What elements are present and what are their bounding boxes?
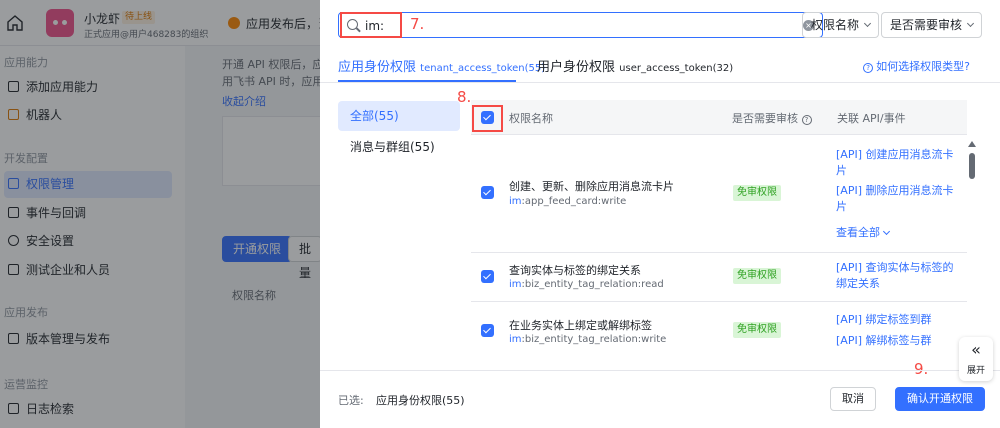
permission-key-rest: :app_feed_card:write bbox=[521, 196, 627, 207]
annotation-step-8: 8. bbox=[457, 88, 472, 106]
header-related-api: 关联 API/事件 bbox=[837, 112, 906, 125]
confirm-enable-button[interactable]: 确认开通权限 bbox=[895, 387, 985, 411]
permission-table: 权限名称 是否需要审核 ? 关联 API/事件 创建、更新、删除应用消息流卡片 … bbox=[471, 100, 967, 360]
filter-review-label: 是否需要审核 bbox=[890, 18, 963, 32]
permission-key-prefix: im bbox=[509, 279, 522, 290]
help-icon: ? bbox=[863, 63, 874, 73]
permission-key-rest: :biz_entity_tag_relation:write bbox=[521, 334, 667, 345]
tab-label: 用户身份权限 bbox=[537, 60, 616, 75]
permission-name: 创建、更新、删除应用消息流卡片 bbox=[509, 180, 674, 193]
table-row: 查询实体与标签的绑定关系 im:biz_entity_tag_relation:… bbox=[471, 253, 967, 302]
permission-drawer: × 权限名称 是否需要审核 7. 应用身份权限 tenant_access_to… bbox=[320, 0, 1000, 428]
view-all-label: 查看全部 bbox=[836, 226, 880, 239]
tab-sublabel: user_access_token(32) bbox=[619, 63, 734, 74]
permission-tabs: 应用身份权限 tenant_access_token(55) 用户身份权限 us… bbox=[320, 47, 1000, 83]
filter-name-label: 权限名称 bbox=[811, 18, 860, 32]
header-review-required: 是否需要审核 ? bbox=[732, 110, 815, 126]
double-chevron-left-icon: « bbox=[971, 340, 981, 359]
api-link[interactable]: [API] 查询实体与标签的绑定关系 bbox=[836, 260, 958, 292]
active-tab-indicator bbox=[338, 80, 516, 82]
search-input[interactable] bbox=[365, 17, 785, 34]
selected-value: 应用身份权限(55) bbox=[376, 394, 465, 407]
permission-key: im:biz_entity_tag_relation:write bbox=[509, 334, 666, 345]
api-link[interactable]: [API] 绑定标签到群 bbox=[836, 312, 958, 328]
tab-label: 应用身份权限 bbox=[338, 60, 417, 75]
header-review-label: 是否需要审核 bbox=[732, 112, 798, 125]
tab-tenant-permissions[interactable]: 应用身份权限 tenant_access_token(55) bbox=[338, 56, 545, 75]
permission-name: 查询实体与标签的绑定关系 bbox=[509, 264, 641, 277]
table-row: 创建、更新、删除应用消息流卡片 im:app_feed_card:write 免… bbox=[471, 136, 967, 253]
review-free-tag: 免审权限 bbox=[733, 322, 781, 338]
filter-name-dropdown[interactable]: 权限名称 bbox=[802, 12, 880, 38]
permission-type-help-link[interactable]: ? 如何选择权限类型? bbox=[863, 58, 970, 74]
help-icon[interactable]: ? bbox=[801, 115, 812, 125]
permission-key: im:biz_entity_tag_relation:read bbox=[509, 279, 664, 290]
expand-label: 展开 bbox=[966, 366, 985, 376]
chevron-down-icon bbox=[966, 19, 975, 28]
permission-name: 在业务实体上绑定或解绑标签 bbox=[509, 319, 652, 332]
permission-key-prefix: im bbox=[509, 196, 522, 207]
scroll-up-arrow[interactable] bbox=[968, 141, 976, 147]
permission-key-prefix: im bbox=[509, 334, 522, 345]
permission-key: im:app_feed_card:write bbox=[509, 196, 626, 207]
api-link[interactable]: [API] 创建应用消息流卡片 bbox=[836, 147, 958, 179]
filter-review-dropdown[interactable]: 是否需要审核 bbox=[881, 12, 983, 38]
table-header: 权限名称 是否需要审核 ? 关联 API/事件 bbox=[471, 100, 967, 135]
drawer-footer: 已选: 应用身份权限(55) 取消 确认开通权限 bbox=[320, 370, 1000, 428]
row-checkbox[interactable] bbox=[481, 270, 494, 283]
category-item-all[interactable]: 全部(55) bbox=[338, 101, 460, 131]
api-link[interactable]: [API] 解绑标签与群 bbox=[836, 333, 958, 349]
annotation-step-7: 7. bbox=[410, 15, 425, 33]
chevron-down-icon bbox=[863, 19, 872, 28]
row-checkbox[interactable] bbox=[481, 186, 494, 199]
permission-key-rest: :biz_entity_tag_relation:read bbox=[521, 279, 664, 290]
header-permission-name: 权限名称 bbox=[509, 112, 553, 125]
review-free-tag: 免审权限 bbox=[733, 185, 781, 201]
row-checkbox[interactable] bbox=[481, 324, 494, 337]
api-link[interactable]: [API] 删除应用消息流卡片 bbox=[836, 183, 958, 215]
category-list: 全部(55) 消息与群组(55) bbox=[338, 101, 460, 163]
help-link-label: 如何选择权限类型? bbox=[876, 60, 970, 73]
table-row: 在业务实体上绑定或解绑标签 im:biz_entity_tag_relation… bbox=[471, 302, 967, 360]
cancel-button[interactable]: 取消 bbox=[830, 387, 876, 411]
tab-sublabel: tenant_access_token(55) bbox=[420, 63, 546, 74]
scrollbar-thumb[interactable] bbox=[969, 153, 975, 179]
tab-user-permissions[interactable]: 用户身份权限 user_access_token(32) bbox=[537, 56, 733, 75]
expand-panel-button[interactable]: « 展开 bbox=[959, 337, 993, 381]
annotation-box-search bbox=[340, 12, 402, 38]
selected-label: 已选: bbox=[338, 394, 364, 407]
chevron-down-icon bbox=[882, 227, 891, 236]
category-item-im[interactable]: 消息与群组(55) bbox=[338, 132, 460, 162]
view-all-link[interactable]: 查看全部 bbox=[836, 224, 891, 240]
annotation-box-select-all bbox=[472, 105, 503, 132]
review-free-tag: 免审权限 bbox=[733, 268, 781, 284]
